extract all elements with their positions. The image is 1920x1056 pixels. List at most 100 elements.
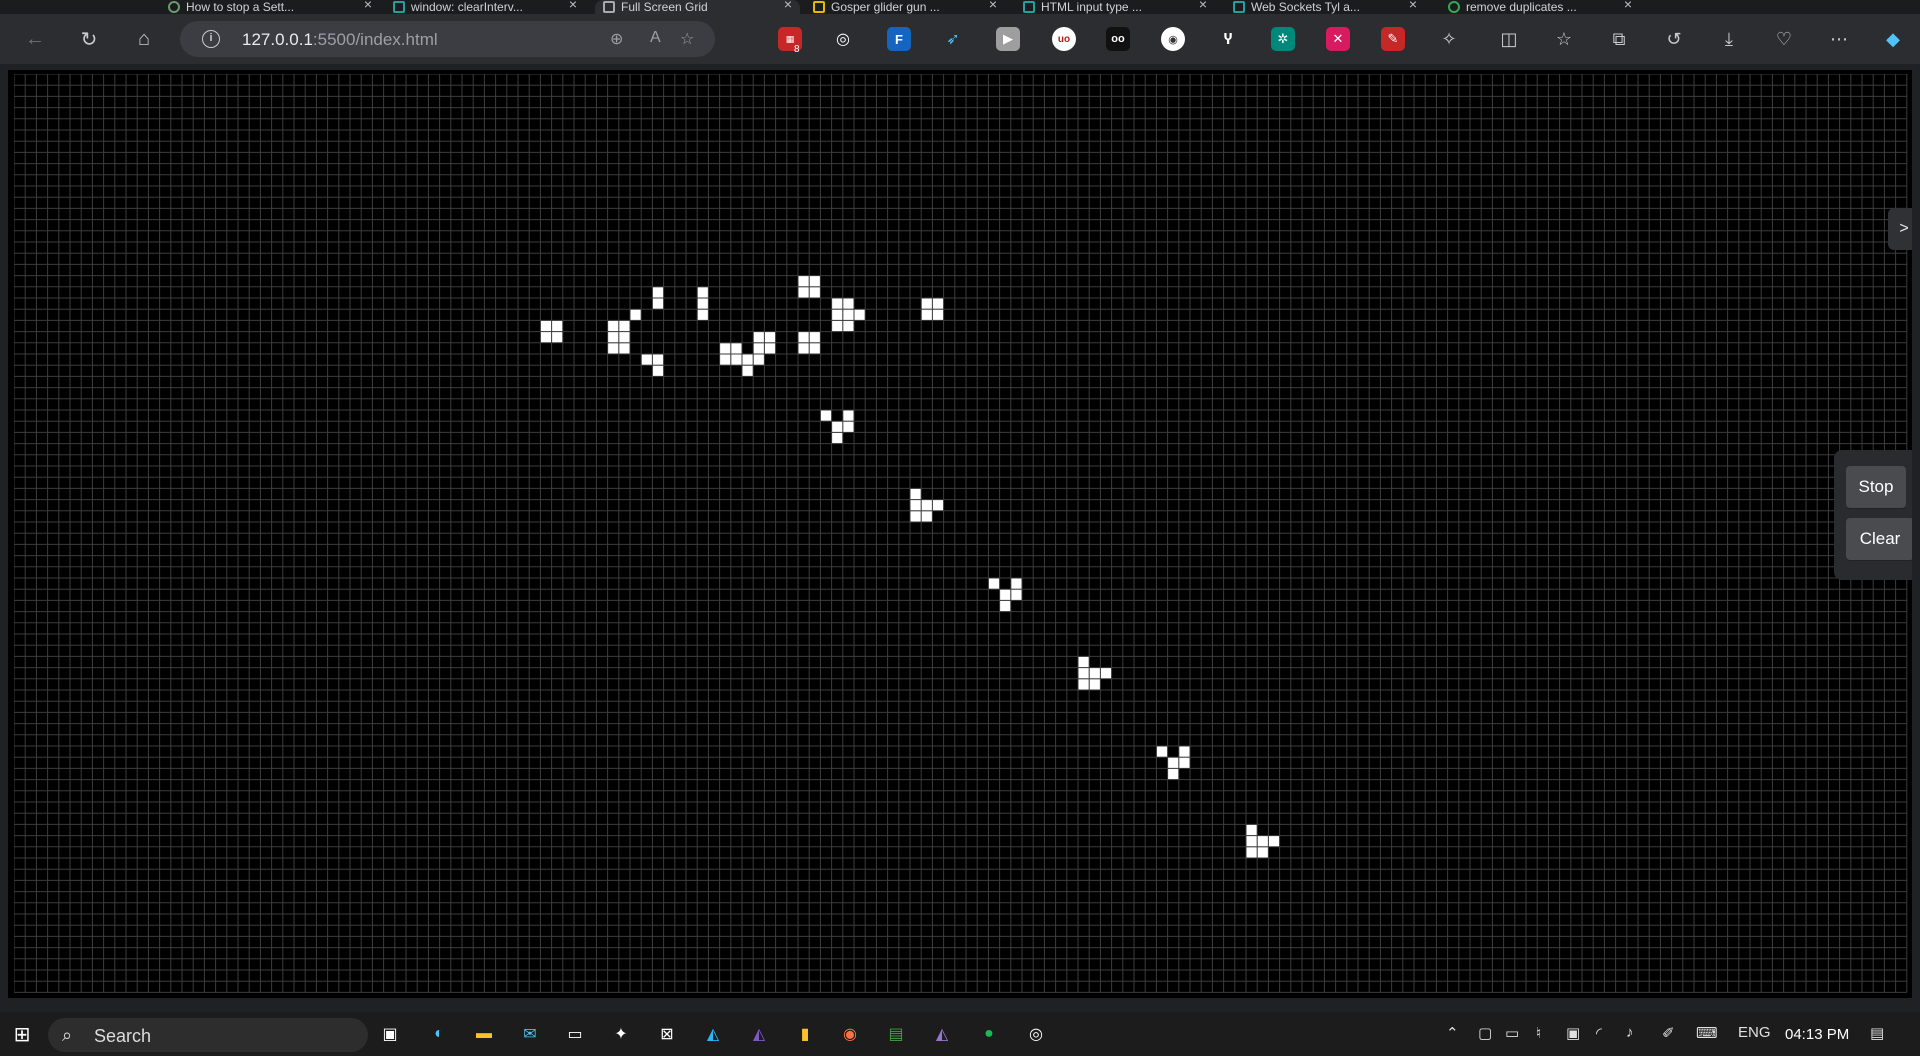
live-cell[interactable]	[1011, 589, 1022, 600]
taskbar-search[interactable]: ⌕ Search	[48, 1018, 368, 1052]
tray-volume-icon[interactable]: ♪	[1626, 1024, 1634, 1041]
tray-chevron-icon[interactable]: ⌃	[1446, 1024, 1459, 1042]
extension-vc-icon[interactable]: Ⴤ	[1216, 27, 1240, 51]
live-cell[interactable]	[742, 354, 753, 365]
extension-mix-icon[interactable]: ✕	[1326, 27, 1350, 51]
live-cell[interactable]	[1078, 656, 1089, 668]
vscode-icon[interactable]: ◭	[699, 1020, 727, 1048]
live-cell[interactable]	[921, 511, 932, 522]
tab-5[interactable]: HTML input type ... ×	[1015, 0, 1215, 14]
zoom-icon[interactable]: ⊕	[610, 29, 623, 49]
file-explorer-icon[interactable]: ▬	[470, 1020, 498, 1048]
live-cell[interactable]	[843, 309, 854, 320]
live-cell[interactable]	[1168, 768, 1179, 780]
close-tab-icon[interactable]: ×	[989, 0, 997, 12]
panel-toggle-button[interactable]: >	[1888, 208, 1912, 250]
live-cell[interactable]	[1257, 847, 1268, 858]
tab-7[interactable]: remove duplicates ... ×	[1440, 0, 1640, 14]
stop-button[interactable]: Stop	[1846, 466, 1906, 508]
address-bar[interactable]: i 127.0.0.1:5500/index.html ⊕ A ☆	[180, 21, 715, 57]
extension-play-icon[interactable]: ▶	[996, 27, 1020, 51]
live-cell[interactable]	[731, 343, 742, 354]
live-cell[interactable]	[720, 354, 731, 365]
tab-3-active[interactable]: Full Screen Grid ×	[595, 0, 800, 14]
live-cell[interactable]	[1000, 600, 1011, 612]
live-cell[interactable]	[921, 309, 932, 320]
live-cell[interactable]	[1179, 757, 1190, 768]
close-tab-icon[interactable]: ×	[364, 0, 372, 12]
live-cell[interactable]	[832, 421, 843, 432]
live-cell[interactable]	[619, 332, 630, 343]
live-cell[interactable]	[552, 332, 563, 343]
obs-icon[interactable]: ◎	[1022, 1020, 1050, 1048]
collections-icon[interactable]: ⧉	[1606, 26, 1632, 52]
live-cell[interactable]	[697, 298, 708, 309]
tab-6[interactable]: Web Sockets Tyl a... ×	[1225, 0, 1425, 14]
live-cell[interactable]	[1078, 668, 1089, 679]
live-cell[interactable]	[1089, 668, 1100, 679]
live-cell[interactable]	[932, 500, 944, 511]
live-cell[interactable]	[820, 410, 832, 421]
live-cell[interactable]	[932, 309, 944, 320]
live-cell[interactable]	[798, 276, 809, 287]
tray-battery-icon[interactable]: ▭	[1505, 1024, 1519, 1042]
close-tab-icon[interactable]: ×	[784, 0, 792, 12]
live-cell[interactable]	[652, 287, 664, 298]
tray-display-icon[interactable]: ▣	[1566, 1024, 1580, 1042]
extension-dna-icon[interactable]: ✲	[1271, 27, 1295, 51]
live-cell[interactable]	[552, 320, 563, 332]
live-cell[interactable]	[764, 343, 776, 354]
close-tab-icon[interactable]: ×	[1624, 0, 1632, 12]
tray-camera-icon[interactable]: ▢	[1478, 1024, 1492, 1042]
live-cell[interactable]	[652, 365, 664, 376]
firefox-icon[interactable]: ◉	[836, 1020, 864, 1048]
live-cell[interactable]	[921, 500, 932, 511]
spotify-icon[interactable]: ●	[975, 1020, 1003, 1048]
notes-icon[interactable]: ▮	[791, 1020, 819, 1048]
live-cell[interactable]	[843, 320, 854, 332]
close-tab-icon[interactable]: ×	[569, 0, 577, 12]
live-cell[interactable]	[1078, 679, 1089, 690]
live-cell[interactable]	[843, 298, 854, 309]
task-view-icon[interactable]: ▣	[376, 1020, 404, 1048]
live-cell[interactable]	[798, 287, 809, 298]
terminal-icon[interactable]: ▭	[561, 1020, 589, 1048]
live-cell[interactable]	[742, 365, 753, 376]
live-cell[interactable]	[720, 343, 731, 354]
tray-keyboard-icon[interactable]: ⌨	[1696, 1024, 1718, 1042]
read-aloud-icon[interactable]: A	[650, 29, 661, 47]
live-cell[interactable]	[1100, 668, 1112, 679]
favorites-icon[interactable]: ☆	[1551, 26, 1577, 52]
live-cell[interactable]	[608, 320, 619, 332]
live-cell[interactable]	[697, 309, 708, 320]
visual-studio-icon[interactable]: ◭	[928, 1020, 956, 1048]
tray-mic-icon[interactable]: ♮	[1536, 1024, 1541, 1042]
live-cell[interactable]	[652, 354, 664, 365]
live-cell[interactable]	[843, 410, 854, 421]
live-cell[interactable]	[809, 332, 820, 343]
live-cell[interactable]	[1179, 746, 1190, 757]
live-cell[interactable]	[619, 343, 630, 354]
language-indicator[interactable]: ENG	[1738, 1024, 1771, 1041]
live-cell[interactable]	[988, 578, 1000, 589]
live-cell[interactable]	[910, 500, 921, 511]
split-screen-icon[interactable]: ◫	[1496, 26, 1522, 52]
more-menu-icon[interactable]: ⋯	[1826, 26, 1852, 52]
extension-pen-icon[interactable]: ✎	[1381, 27, 1405, 51]
close-tab-icon[interactable]: ×	[1199, 0, 1207, 12]
live-cell[interactable]	[753, 332, 764, 343]
edge-icon[interactable]: ◐	[425, 1020, 453, 1048]
back-arrow-icon[interactable]: ←	[18, 22, 52, 56]
home-icon[interactable]: ⌂	[127, 22, 161, 56]
live-cell[interactable]	[1246, 847, 1257, 858]
live-cell[interactable]	[809, 287, 820, 298]
tab-1[interactable]: How to stop a Sett... ×	[160, 0, 380, 14]
downloads-icon[interactable]: ⤓	[1716, 26, 1742, 52]
extensions-puzzle-icon[interactable]: ✧	[1436, 26, 1462, 52]
clock[interactable]: 04:13 PM	[1785, 1026, 1849, 1043]
live-cell[interactable]	[1000, 589, 1011, 600]
extension-circle-icon[interactable]: ◉	[1161, 27, 1185, 51]
live-cell[interactable]	[731, 354, 742, 365]
live-cell[interactable]	[608, 343, 619, 354]
tab-2[interactable]: window: clearInterv... ×	[385, 0, 585, 14]
